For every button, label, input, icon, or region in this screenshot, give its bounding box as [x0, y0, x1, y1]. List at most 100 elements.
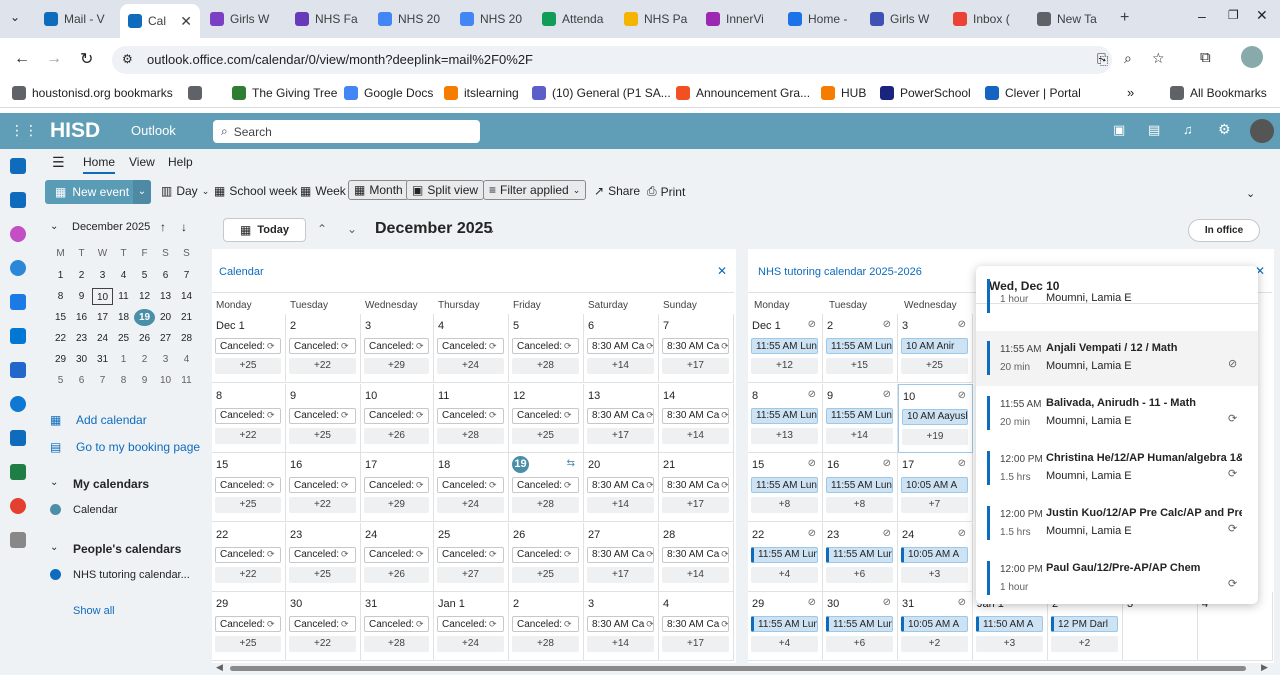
site-info-icon[interactable]: ⚙: [122, 52, 133, 66]
mini-cal-day[interactable]: 17: [92, 309, 113, 326]
more-events-button[interactable]: +26: [364, 427, 429, 444]
day-cell[interactable]: 18 Canceled: ⟳ +24: [434, 453, 509, 522]
mini-cal-day[interactable]: 1: [113, 351, 134, 368]
more-events-button[interactable]: +17: [662, 636, 729, 652]
tab-close-icon[interactable]: ✕: [180, 13, 192, 30]
event-chip[interactable]: 8:30 AM Ca ⟳: [587, 477, 654, 493]
more-events-button[interactable]: +22: [215, 566, 281, 583]
new-event-dropdown[interactable]: ⌄: [133, 180, 151, 204]
browser-tab[interactable]: Home -: [780, 6, 860, 32]
horizontal-scrollbar[interactable]: [230, 666, 1246, 671]
nhs-day-cell[interactable]: 31 ⊘ 10:05 AM A +2: [898, 592, 973, 661]
browser-tab[interactable]: Attenda: [534, 6, 614, 32]
day-cell[interactable]: 31 Canceled: ⟳ +28: [361, 592, 434, 661]
nhs-event-chip[interactable]: 11:55 AM Luna Kim / 11 / ap h: [826, 407, 893, 424]
mini-cal-day[interactable]: 22: [50, 330, 71, 347]
event-chip[interactable]: Canceled: ⟳: [437, 616, 504, 632]
nhs-event-chip[interactable]: 11:55 AM Luna Kim / 11 / ap h: [751, 546, 818, 563]
mini-cal-day[interactable]: 13: [155, 288, 176, 305]
event-chip[interactable]: Canceled: ⟳: [289, 338, 356, 354]
more-events-button[interactable]: +25: [215, 358, 281, 374]
nhs-day-cell[interactable]: 16 ⊘ 11:55 AM Luna Kim / 11 / ap h +8: [823, 453, 898, 522]
more-events-button[interactable]: +25: [512, 427, 579, 444]
event-chip[interactable]: Canceled: ⟳: [512, 546, 579, 563]
more-events-button[interactable]: +13: [751, 427, 818, 444]
nhs-calendar-item[interactable]: NHS tutoring calendar...: [73, 569, 190, 581]
event-chip[interactable]: 8:30 AM Ca ⟳: [662, 546, 729, 563]
more-events-button[interactable]: +4: [751, 636, 818, 652]
nhs-event-chip[interactable]: 11:55 AM Luna Kim / 11 / ap h: [751, 338, 818, 354]
day-cell[interactable]: 15 Canceled: ⟳ +25: [212, 453, 286, 522]
mini-cal-collapse-icon[interactable]: ⌄: [50, 221, 58, 232]
bell-icon[interactable]: ♫: [1183, 122, 1193, 137]
copilot-app-icon[interactable]: [10, 226, 26, 242]
nhs-day-cell[interactable]: 15 ⊘ 11:55 AM Luna Kim / 11 / ap h +8: [748, 453, 823, 522]
nhs-event-chip[interactable]: 11:55 AM Luna Kim / 11 / ap h: [826, 477, 893, 493]
show-all-link[interactable]: Show all: [73, 605, 115, 617]
mini-cal-next-icon[interactable]: ↓: [181, 220, 187, 234]
peoples-calendars-heading[interactable]: People's calendars: [73, 542, 181, 556]
nhs-event-chip[interactable]: 11:55 AM Luna Kim / 11 / ap h: [751, 407, 818, 424]
mini-cal-day[interactable]: 24: [92, 330, 113, 347]
browser-tab[interactable]: NHS Pa: [616, 6, 696, 32]
mini-cal-day[interactable]: 26: [134, 330, 155, 347]
more-events-button[interactable]: +28: [512, 497, 579, 513]
todo-app-icon[interactable]: [10, 294, 26, 310]
nhs-event-chip[interactable]: 10:05 AM A: [901, 616, 968, 632]
today-button[interactable]: ▦ Today: [223, 218, 306, 242]
nhs-event-chip[interactable]: 10 AM Aayush: [902, 408, 968, 425]
bookmark-item[interactable]: PowerSchool: [880, 86, 971, 100]
event-chip[interactable]: 8:30 AM Ca ⟳: [587, 546, 654, 563]
event-chip[interactable]: Canceled: ⟳: [289, 546, 356, 563]
filter-button[interactable]: ≡ Filter applied ⌄: [483, 180, 587, 200]
day-cell[interactable]: 2 Canceled: ⟳ +28: [509, 592, 584, 661]
mini-cal-day[interactable]: 9: [134, 372, 155, 389]
peoples-calendars-collapse-icon[interactable]: ⌄: [50, 542, 58, 553]
week-button[interactable]: ▦ Week: [300, 184, 346, 198]
calendar-checked-icon[interactable]: [50, 504, 61, 515]
calendar-item[interactable]: Calendar: [73, 504, 118, 516]
more-events-button[interactable]: +2: [901, 636, 968, 652]
event-chip[interactable]: 8:30 AM Ca ⟳: [662, 616, 729, 632]
reload-icon[interactable]: ↻: [80, 49, 93, 69]
mini-cal-day[interactable]: 23: [71, 330, 92, 347]
print-button[interactable]: ⎙ Print: [647, 184, 685, 199]
bookmark-item[interactable]: itslearning: [444, 86, 519, 100]
mini-cal-day[interactable]: 6: [71, 372, 92, 389]
popup-event-row[interactable]: 12:00 PM 1 hour Paul Gau/12/Pre-AP/AP Chem…: [976, 551, 1258, 604]
more-events-button[interactable]: +14: [826, 427, 893, 444]
office-app-icon[interactable]: [10, 498, 26, 514]
month-title-chevron-icon[interactable]: ⌄: [487, 225, 495, 236]
mini-cal-day[interactable]: 28: [176, 330, 197, 347]
day-cell[interactable]: 20 8:30 AM Ca ⟳ +14: [584, 453, 659, 522]
event-chip[interactable]: Canceled: ⟳: [215, 616, 281, 632]
day-cell[interactable]: 7 8:30 AM Ca ⟳ +17: [659, 314, 734, 383]
day-cell[interactable]: 11 Canceled: ⟳ +28: [434, 383, 509, 453]
day-cell[interactable]: 16 Canceled: ⟳ +22: [286, 453, 361, 522]
day-cell[interactable]: 5 Canceled: ⟳ +28: [509, 314, 584, 383]
bookmark-item[interactable]: houstonisd.org bookmarks: [12, 86, 173, 100]
nhs-event-chip[interactable]: 11:55 AM Luna Kim / 11 / ap h: [826, 338, 893, 354]
split-view-button[interactable]: ▣ Split view: [406, 180, 485, 200]
nhs-event-chip[interactable]: 11:55 AM Luna Kim / 11 / ap h: [751, 477, 818, 493]
more-events-button[interactable]: +15: [826, 358, 893, 374]
nhs-checked-icon[interactable]: [50, 569, 61, 580]
day-cell[interactable]: 9 Canceled: ⟳ +25: [286, 383, 361, 453]
event-chip[interactable]: Canceled: ⟳: [512, 338, 579, 354]
event-chip[interactable]: 8:30 AM Ca ⟳: [587, 616, 654, 632]
event-chip[interactable]: Canceled: ⟳: [215, 546, 281, 563]
nhs-day-cell[interactable]: 17 ⊘ 10:05 AM A +7: [898, 453, 973, 522]
nhs-day-cell[interactable]: 10 ⊘ 10 AM Aayush +19: [898, 383, 973, 453]
scroll-right-icon[interactable]: ▶: [1261, 662, 1268, 673]
more-events-button[interactable]: +4: [751, 566, 818, 583]
more-events-button[interactable]: +25: [512, 566, 579, 583]
day-cell[interactable]: 4 8:30 AM Ca ⟳ +17: [659, 592, 734, 661]
more-apps-icon[interactable]: [10, 532, 26, 548]
more-events-button[interactable]: +25: [289, 427, 356, 444]
bookmark-item[interactable]: All Bookmarks: [1170, 86, 1267, 100]
settings-gear-icon[interactable]: ⚙: [1218, 121, 1231, 138]
nhs-day-cell[interactable]: 9 ⊘ 11:55 AM Luna Kim / 11 / ap h +14: [823, 383, 898, 453]
more-events-button[interactable]: +25: [215, 497, 281, 513]
day-cell[interactable]: ⇆ 19 Canceled: ⟳ +28: [509, 453, 584, 522]
more-events-button[interactable]: +24: [437, 636, 504, 652]
